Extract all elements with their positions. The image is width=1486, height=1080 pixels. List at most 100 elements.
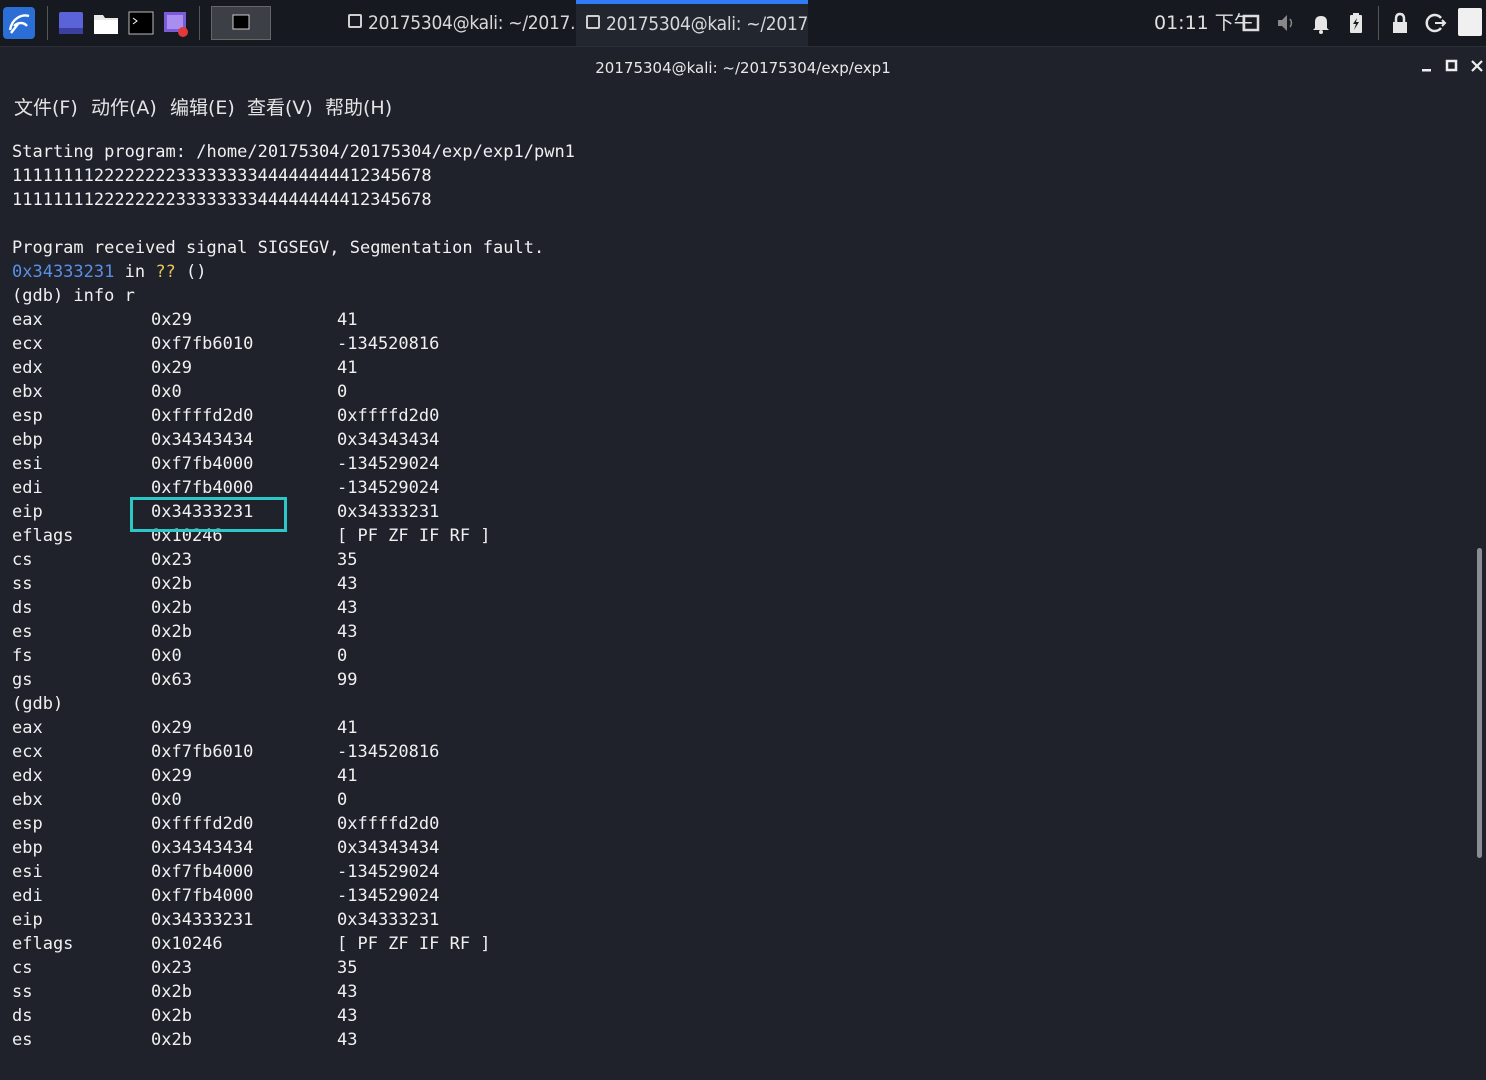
register-name: cs	[12, 958, 33, 978]
panel-separator	[47, 6, 48, 40]
register-natural-value: 43	[337, 574, 358, 594]
register-natural-value: -134520816	[337, 742, 440, 762]
register-natural-value: 0x34333231	[337, 502, 440, 522]
panel-separator	[199, 6, 200, 40]
register-hex-value: 0x0	[151, 790, 182, 810]
register-name: edi	[12, 886, 43, 906]
register-name: gs	[12, 670, 33, 690]
register-natural-value: 99	[337, 670, 358, 690]
task-label: 20175304@kali: ~/2017...	[368, 12, 574, 34]
register-name: eflags	[12, 526, 74, 546]
register-natural-value: 43	[337, 622, 358, 642]
register-natural-value: 43	[337, 982, 358, 1002]
register-natural-value: 41	[337, 766, 358, 786]
register-natural-value: 35	[337, 550, 358, 570]
top-panel: 20175304@kali: ~/2017... 20175304@kali: …	[0, 0, 1486, 47]
register-natural-value: 0x34343434	[337, 430, 440, 450]
register-name: eax	[12, 718, 43, 738]
register-hex-value: 0x34343434	[151, 838, 254, 858]
screenshot-tool-icon[interactable]	[163, 6, 191, 40]
workspace-switcher[interactable]	[211, 6, 271, 40]
register-name: eip	[12, 502, 43, 522]
menu-help[interactable]: 帮助(H)	[325, 90, 392, 126]
desktop-icon[interactable]	[58, 6, 84, 40]
register-natural-value: 43	[337, 598, 358, 618]
register-natural-value: 0x34333231	[337, 910, 440, 930]
register-name: ss	[12, 574, 33, 594]
register-name: edi	[12, 478, 43, 498]
terminal-launcher-icon[interactable]	[128, 6, 154, 40]
eip-highlight-box	[130, 497, 287, 532]
register-hex-value: 0x2b	[151, 1006, 192, 1026]
register-hex-value: 0x0	[151, 382, 182, 402]
lock-icon[interactable]	[1390, 12, 1410, 34]
register-hex-value: 0x2b	[151, 982, 192, 1002]
register-name: eax	[12, 310, 43, 330]
taskbar-item-terminal-1[interactable]: 20175304@kali: ~/2017...	[338, 0, 574, 46]
register-natural-value: 0	[337, 646, 348, 666]
register-natural-value: 41	[337, 718, 358, 738]
register-name: edx	[12, 766, 43, 786]
menu-view[interactable]: 查看(V)	[247, 90, 313, 126]
menu-file[interactable]: 文件(F)	[14, 90, 78, 126]
menu-edit[interactable]: 编辑(E)	[170, 90, 235, 126]
fault-in: in	[114, 262, 156, 282]
kali-menu-icon[interactable]	[2, 6, 36, 40]
window-title: 20175304@kali: ~/20175304/exp/exp1	[595, 59, 891, 77]
register-hex-value: 0x10246	[151, 934, 223, 954]
terminal-line: 1111111122222222333333334444444441234567…	[12, 190, 432, 210]
register-hex-value: 0x34343434	[151, 430, 254, 450]
register-name: cs	[12, 550, 33, 570]
fault-location-line: 0x34333231 in ?? ()	[12, 260, 207, 284]
register-name: es	[12, 622, 33, 642]
register-natural-value: 43	[337, 1030, 358, 1050]
register-hex-value: 0x34333231	[151, 910, 254, 930]
register-name: ss	[12, 982, 33, 1002]
taskbar-item-terminal-2[interactable]: 20175304@kali: ~/2017...	[576, 0, 808, 46]
user-avatar[interactable]	[1458, 8, 1482, 36]
fault-address: 0x34333231	[12, 262, 115, 282]
register-name: eflags	[12, 934, 74, 954]
maximize-icon[interactable]	[1445, 58, 1459, 72]
register-hex-value: 0xf7fb6010	[151, 742, 254, 762]
register-hex-value: 0xf7fb4000	[151, 862, 254, 882]
notification-bell-icon[interactable]	[1311, 12, 1331, 34]
register-name: esp	[12, 814, 43, 834]
file-manager-icon[interactable]	[93, 6, 119, 40]
close-icon[interactable]	[1470, 58, 1484, 72]
register-natural-value: -134529024	[337, 454, 440, 474]
clock[interactable]: 01:11 下午	[1154, 0, 1253, 46]
battery-icon[interactable]	[1346, 12, 1366, 34]
register-name: ebx	[12, 790, 43, 810]
register-hex-value: 0x0	[151, 646, 182, 666]
register-hex-value: 0x2b	[151, 598, 192, 618]
register-name: ecx	[12, 742, 43, 762]
register-hex-value: 0x29	[151, 358, 192, 378]
volume-icon[interactable]	[1276, 12, 1296, 34]
window-icon[interactable]	[1242, 12, 1262, 34]
logout-icon[interactable]	[1425, 12, 1447, 34]
minimize-icon[interactable]	[1420, 58, 1434, 72]
terminal-line: 1111111122222222333333334444444441234567…	[12, 166, 432, 186]
register-natural-value: -134529024	[337, 862, 440, 882]
register-natural-value: -134520816	[337, 334, 440, 354]
terminal-icon	[348, 14, 362, 28]
register-hex-value: 0x29	[151, 718, 192, 738]
register-name: esi	[12, 454, 43, 474]
panel-separator	[1378, 6, 1379, 40]
terminal-icon	[586, 15, 600, 29]
register-hex-value: 0x23	[151, 958, 192, 978]
register-name: esp	[12, 406, 43, 426]
scrollbar-thumb[interactable]	[1477, 548, 1482, 858]
menu-action[interactable]: 动作(A)	[91, 90, 157, 126]
register-hex-value: 0x2b	[151, 622, 192, 642]
task-label: 20175304@kali: ~/2017...	[606, 13, 808, 35]
register-name: eip	[12, 910, 43, 930]
register-hex-value: 0xf7fb4000	[151, 886, 254, 906]
register-name: ds	[12, 1006, 33, 1026]
register-hex-value: 0xf7fb6010	[151, 334, 254, 354]
register-natural-value: 0xffffd2d0	[337, 814, 440, 834]
register-hex-value: 0xf7fb4000	[151, 454, 254, 474]
terminal-output[interactable]: Starting program: /home/20175304/2017530…	[0, 128, 1470, 1080]
register-hex-value: 0x63	[151, 670, 192, 690]
